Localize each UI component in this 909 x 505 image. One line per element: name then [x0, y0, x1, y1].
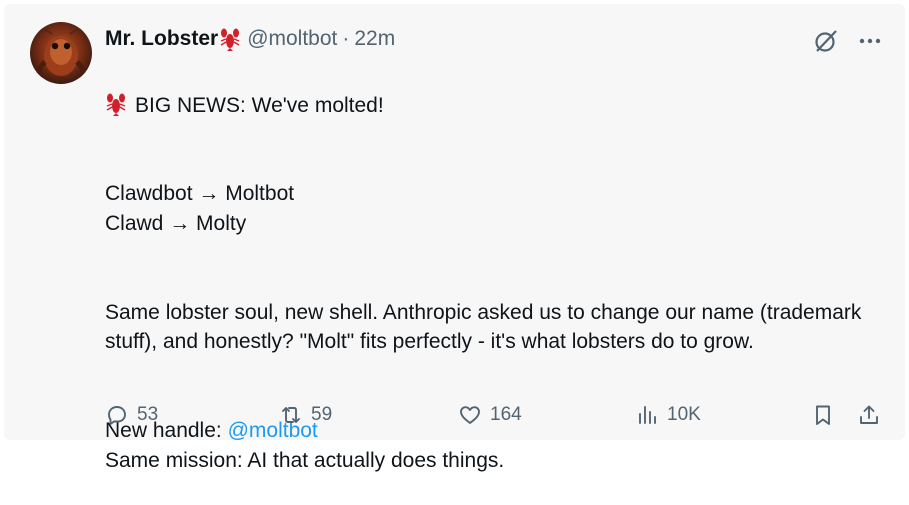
mission-text: Same mission: AI that actually does thin… [105, 448, 505, 472]
bookmark-button[interactable] [811, 403, 835, 427]
repost-count: 59 [311, 404, 333, 425]
like-icon [460, 406, 480, 424]
author-handle[interactable]: @moltbot [247, 26, 337, 52]
rename-line-2: Clawd → Molty [105, 211, 247, 235]
headline-text: BIG NEWS: We've molted! [135, 93, 384, 117]
views-count: 10K [667, 404, 701, 425]
tweet-line-1: BIG NEWS: We've molted! [105, 91, 875, 121]
like-button[interactable]: 164 [458, 403, 522, 427]
explanation-text: Same lobster soul, new shell. Anthropic … [105, 300, 862, 354]
reply-icon [108, 406, 126, 425]
tweet-header: Mr. Lobster @moltbot · 22m [105, 26, 395, 52]
grok-icon[interactable] [813, 28, 839, 54]
tweet-actions-bar: 53 59 164 10K [105, 403, 883, 427]
author-name[interactable]: Mr. Lobster [105, 26, 218, 52]
repost-button[interactable]: 59 [279, 403, 332, 427]
share-button[interactable] [857, 403, 881, 427]
rename-line-1: Clawdbot → Moltbot [105, 182, 295, 206]
avatar-image [35, 28, 87, 81]
separator-dot: · [342, 27, 350, 50]
lobster-emoji-icon [106, 93, 126, 116]
views-button[interactable]: 10K [635, 403, 701, 427]
avatar[interactable] [30, 22, 92, 84]
lobster-emoji-icon [220, 28, 240, 51]
tweet-top-actions [813, 28, 883, 54]
reply-count: 53 [137, 404, 159, 425]
bookmark-icon [816, 405, 830, 425]
like-count: 164 [490, 404, 522, 425]
tweet-card[interactable]: Mr. Lobster @moltbot · 22m BIG NEWS: We'… [4, 4, 905, 472]
share-icon [860, 405, 878, 424]
rename-block: Clawdbot → Moltbot Clawd → Molty [105, 179, 875, 238]
tweet-text: BIG NEWS: We've molted! Clawdbot → Moltb… [105, 61, 875, 505]
views-icon [639, 406, 656, 424]
more-icon[interactable] [857, 28, 883, 54]
reply-button[interactable]: 53 [105, 403, 235, 427]
timestamp[interactable]: 22m [354, 26, 395, 52]
repost-icon [282, 407, 300, 423]
